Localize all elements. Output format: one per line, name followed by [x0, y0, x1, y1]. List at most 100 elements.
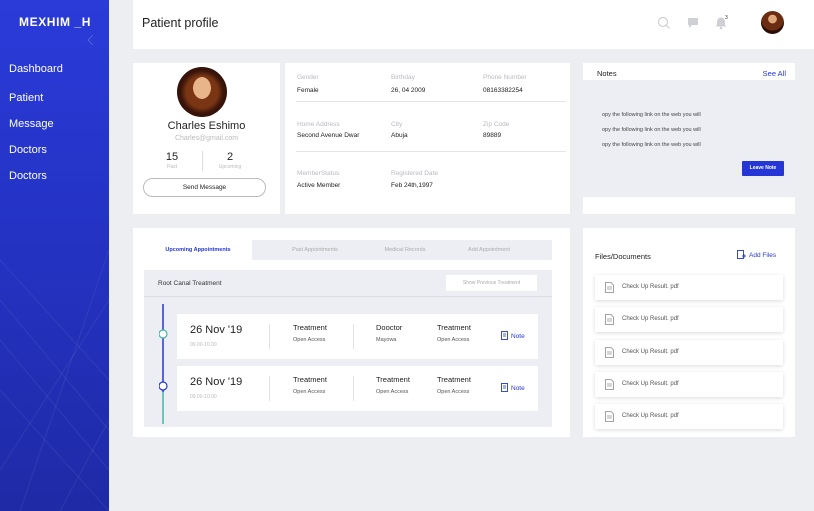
- sidebar-item-doctors[interactable]: Doctors: [9, 144, 47, 156]
- chat-icon[interactable]: [686, 16, 700, 30]
- appointment-col-heading: Treatment: [293, 375, 327, 384]
- note-label: Note: [511, 333, 525, 340]
- registered-date-value: Feb 24th,1997: [391, 182, 433, 189]
- note-text: opy the following link on the web you wi…: [602, 127, 701, 133]
- file-name: Check Up Result. pdf: [622, 349, 679, 355]
- appointment-col-value: Open Access: [293, 337, 326, 343]
- document-icon: [605, 347, 614, 358]
- patient-name: Charles Eshimo: [167, 120, 246, 132]
- sidebar-item-patient[interactable]: Patient: [9, 92, 43, 104]
- note-label: Note: [511, 385, 525, 392]
- patient-avatar: [177, 67, 227, 117]
- city-label: City: [391, 121, 403, 128]
- treatment-title: Root Canal Treatment: [158, 280, 222, 287]
- divider: [296, 151, 566, 152]
- sidebar: MEXHIM _H Dashboard Patient Message Doct…: [0, 0, 109, 511]
- upcoming-label: Upcoming: [218, 164, 242, 170]
- patient-email: Charles@gmail.com: [174, 135, 239, 142]
- gender-label: Gender: [297, 74, 319, 81]
- appointments-card: Upcoming Appointments Past Appointments …: [133, 228, 570, 437]
- tab-add-appointment[interactable]: Add Appointment: [444, 240, 534, 260]
- page-title: Patient profile: [142, 16, 219, 30]
- divider: [144, 296, 552, 297]
- notes-title: Notes: [597, 69, 617, 78]
- appointment-col-value: Open Access: [437, 337, 470, 343]
- show-previous-treatment-button[interactable]: Show Previous Treatment: [446, 275, 537, 291]
- appointment-item[interactable]: 26 Nov '19 09.00-10.00 Treatment Open Ac…: [177, 366, 538, 411]
- sidebar-item-dashboard[interactable]: Dashboard: [9, 63, 63, 75]
- gender-value: Female: [297, 87, 319, 94]
- appointment-col-value: Mayowa: [376, 337, 397, 343]
- notification-badge: 3: [725, 15, 728, 21]
- note-text: opy the following link on the web you wi…: [602, 112, 701, 118]
- see-all-link[interactable]: See All: [763, 69, 786, 78]
- note-button[interactable]: Note: [501, 331, 525, 340]
- tab-medical-records[interactable]: Medical Records: [362, 240, 448, 260]
- appointment-col-heading: Treatment: [376, 375, 410, 384]
- add-file-icon: [737, 250, 746, 259]
- divider: [269, 376, 270, 401]
- file-item[interactable]: Check Up Result. pdf: [595, 340, 783, 365]
- document-icon: [605, 282, 614, 293]
- address-value: Second Avenue Dwar: [297, 132, 360, 139]
- profile-card: Charles Eshimo Charles@gmail.com 15 Past…: [133, 63, 280, 214]
- file-name: Check Up Result. pdf: [622, 316, 679, 322]
- notes-card: Notes See All opy the following link on …: [583, 63, 795, 214]
- divider: [353, 376, 354, 401]
- file-item[interactable]: Check Up Result. pdf: [595, 307, 783, 332]
- document-icon: [605, 314, 614, 325]
- past-count: 15: [165, 151, 179, 163]
- note-icon: [501, 331, 508, 340]
- file-name: Check Up Result. pdf: [622, 381, 679, 387]
- appointment-time: 09.00-10.00: [190, 394, 217, 400]
- divider: [296, 101, 566, 102]
- files-card: Files/Documents Add Files Check Up Resul…: [583, 228, 795, 437]
- files-title: Files/Documents: [595, 252, 651, 261]
- tab-past-appointments[interactable]: Past Appointments: [268, 240, 362, 260]
- registered-date-label: Registered Date: [391, 170, 438, 177]
- appointment-col-heading: Treatment: [437, 323, 471, 332]
- file-item[interactable]: Check Up Result. pdf: [595, 372, 783, 397]
- member-status-value: Active Member: [297, 182, 341, 189]
- user-avatar[interactable]: [760, 10, 785, 35]
- file-name: Check Up Result. pdf: [622, 413, 679, 419]
- note-button[interactable]: Note: [501, 383, 525, 392]
- appointment-col-value: Open Access: [293, 389, 326, 395]
- appointment-item[interactable]: 26 Nov '19 09.00-10.00 Treatment Open Ac…: [177, 314, 538, 359]
- notes-body: opy the following link on the web you wi…: [583, 80, 795, 197]
- brand-logo[interactable]: MEXHIM _H: [19, 15, 91, 29]
- divider: [353, 324, 354, 349]
- top-header: Patient profile 3: [133, 0, 814, 49]
- appointment-col-heading: Treatment: [293, 323, 327, 332]
- appointment-tabs: Upcoming Appointments Past Appointments …: [144, 240, 552, 260]
- stat-divider: [202, 151, 203, 171]
- appointment-col-heading: Treatment: [437, 375, 471, 384]
- zip-label: Zip Code: [483, 121, 510, 128]
- sidebar-item-doctors-2[interactable]: Doctors: [9, 170, 47, 182]
- note-text: opy the following link on the web you wi…: [602, 142, 701, 148]
- birthday-label: Birthday: [391, 74, 415, 81]
- appointment-panel: Root Canal Treatment Show Previous Treat…: [144, 270, 552, 427]
- file-item[interactable]: Check Up Result. pdf: [595, 404, 783, 429]
- send-message-button[interactable]: Send Message: [143, 178, 266, 197]
- leave-note-button[interactable]: Leave Note: [742, 161, 784, 176]
- patient-info-card: Gender Female Birthday 26, 04 2009 Phone…: [285, 63, 570, 214]
- sidebar-item-message[interactable]: Message: [9, 118, 54, 130]
- sidebar-decoration: [0, 34, 109, 511]
- file-name: Check Up Result. pdf: [622, 284, 679, 290]
- timeline: [159, 304, 168, 424]
- birthday-value: 26, 04 2009: [391, 87, 426, 94]
- file-item[interactable]: Check Up Result. pdf: [595, 275, 783, 300]
- appointment-time: 09.00-10.00: [190, 342, 217, 348]
- add-files-label: Add Files: [749, 252, 777, 259]
- appointment-col-value: Open Access: [437, 389, 470, 395]
- zip-value: 89889: [483, 132, 502, 139]
- phone-value: 08163382254: [483, 87, 523, 94]
- add-files-button[interactable]: Add Files: [737, 250, 776, 259]
- past-label: Past: [166, 164, 177, 170]
- address-label: Home Address: [297, 121, 340, 128]
- search-icon[interactable]: [657, 16, 671, 30]
- note-icon: [501, 383, 508, 392]
- document-icon: [605, 379, 614, 390]
- tab-upcoming-appointments[interactable]: Upcoming Appointments: [144, 240, 252, 260]
